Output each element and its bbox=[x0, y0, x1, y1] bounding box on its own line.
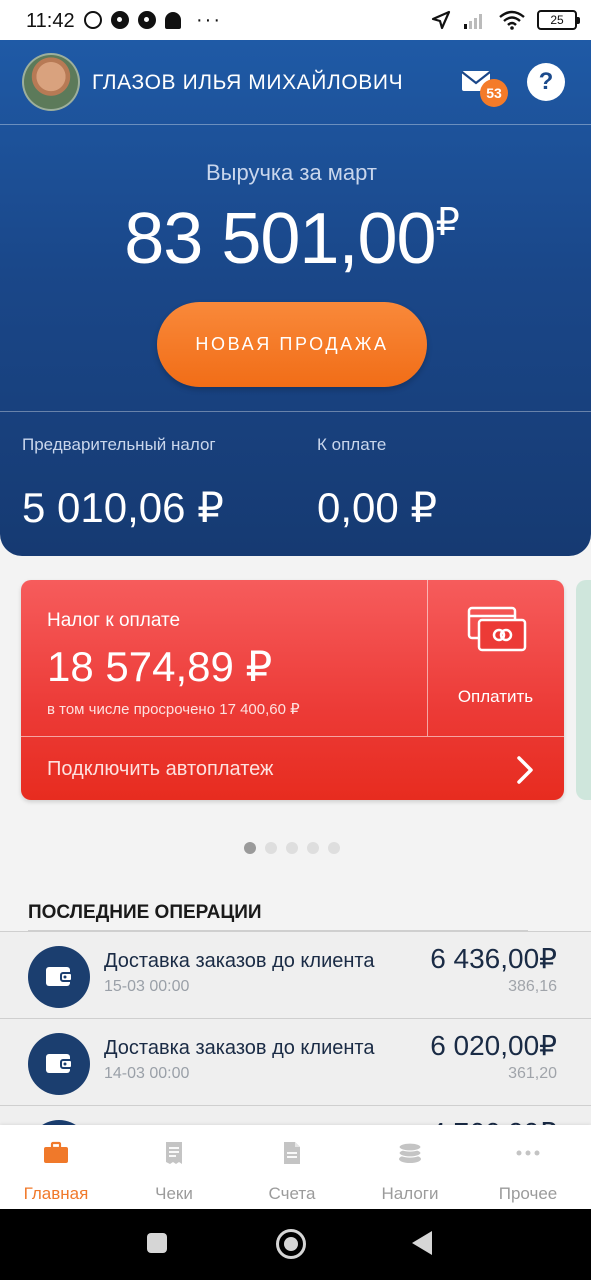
carousel-pager bbox=[0, 842, 583, 854]
wifi-icon bbox=[499, 10, 525, 30]
to-pay-label: К оплате bbox=[317, 435, 387, 454]
status-system-icons: 25 bbox=[431, 10, 580, 30]
chevron-right-icon[interactable] bbox=[514, 755, 536, 785]
tax-due-amount: 18 574,89 ₽ bbox=[47, 643, 273, 690]
pager-dot[interactable] bbox=[243, 842, 256, 854]
divider bbox=[427, 580, 428, 736]
operation-tax: 361,20 bbox=[508, 1065, 557, 1082]
tab-label: Главная bbox=[23, 1184, 89, 1203]
to-pay-value: 0,00 ₽ bbox=[317, 484, 438, 531]
tab-label: Прочее bbox=[498, 1184, 558, 1203]
profile-bar: ГЛАЗОВ ИЛЬЯ МИХАЙЛОВИЧ 53 ? bbox=[0, 40, 591, 125]
preliminary-tax-value: 5 010,06 ₽ bbox=[22, 484, 224, 531]
operation-row[interactable]: Доставка заказов до клиента 14-03 00:00 … bbox=[0, 1018, 591, 1105]
location-icon bbox=[431, 10, 451, 30]
revenue-label: Выручка за март bbox=[205, 160, 377, 185]
tab-taxes[interactable]: Налоги bbox=[362, 1125, 458, 1209]
avatar[interactable] bbox=[22, 53, 80, 111]
operation-tax: 386,16 bbox=[508, 978, 557, 995]
more-dots-icon bbox=[516, 1150, 540, 1156]
tax-due-card[interactable]: Налог к оплате 18 574,89 ₽ в том числе п… bbox=[21, 580, 564, 800]
preliminary-tax: Предварительный налог 5 010,06 ₽ bbox=[22, 435, 224, 532]
recent-operations-title: ПОСЛЕДНИЕ ОПЕРАЦИИ bbox=[28, 902, 262, 923]
card-payment-icon[interactable] bbox=[467, 606, 527, 652]
next-card-peek[interactable] bbox=[576, 580, 591, 800]
preliminary-tax-label: Предварительный налог bbox=[22, 435, 216, 454]
operation-amount: 6 020,00₽ bbox=[430, 1030, 557, 1061]
wallet-icon bbox=[28, 1033, 90, 1095]
to-pay: К оплате 0,00 ₽ bbox=[317, 435, 437, 532]
pager-dot[interactable] bbox=[264, 842, 277, 854]
chrome-icon bbox=[138, 11, 156, 29]
bell-icon bbox=[165, 11, 181, 29]
back-button[interactable] bbox=[412, 1231, 432, 1255]
wallet-icon bbox=[28, 946, 90, 1008]
document-icon bbox=[284, 1142, 300, 1164]
divider bbox=[21, 736, 564, 737]
tab-home[interactable]: Главная bbox=[8, 1125, 104, 1209]
recent-apps-button[interactable] bbox=[147, 1233, 167, 1253]
operation-name: Доставка заказов до клиента bbox=[104, 950, 375, 972]
tab-other[interactable]: Прочее bbox=[480, 1125, 576, 1209]
tax-overdue-text: в том числе просрочено 17 400,60 ₽ bbox=[47, 701, 300, 718]
tab-label: Счета bbox=[268, 1184, 316, 1203]
tab-label: Налоги bbox=[381, 1184, 439, 1203]
tab-receipts[interactable]: Чеки bbox=[126, 1125, 222, 1209]
signal-icon bbox=[464, 14, 482, 29]
battery-icon: 25 bbox=[537, 10, 580, 30]
operation-name: Доставка заказов до клиента bbox=[104, 1037, 375, 1059]
chrome-icon bbox=[111, 11, 129, 29]
bottom-tab-bar: Главная Чеки Счета Налоги Прочее bbox=[0, 1125, 591, 1209]
status-time: 11:42 bbox=[26, 10, 75, 32]
home-button[interactable] bbox=[276, 1229, 306, 1259]
mail-badge: 53 bbox=[480, 79, 508, 107]
revenue-currency: ₽ bbox=[435, 202, 460, 244]
tab-invoices[interactable]: Счета bbox=[244, 1125, 340, 1209]
alarm-icon bbox=[84, 11, 102, 29]
operation-date: 14-03 00:00 bbox=[104, 1065, 190, 1082]
revenue-header: ГЛАЗОВ ИЛЬЯ МИХАЙЛОВИЧ 53 ? Выручка за м… bbox=[0, 40, 591, 556]
more-dots-icon: ··· bbox=[196, 9, 222, 31]
status-notification-icons: ··· bbox=[84, 9, 222, 31]
operation-date: 15-03 00:00 bbox=[104, 978, 190, 995]
operation-amount: 6 436,00₽ bbox=[430, 943, 557, 974]
divider bbox=[0, 411, 591, 412]
status-bar: 11:42 ··· 25 bbox=[0, 0, 591, 44]
help-button[interactable]: ? bbox=[527, 63, 565, 101]
user-name[interactable]: ГЛАЗОВ ИЛЬЯ МИХАЙЛОВИЧ bbox=[92, 71, 403, 95]
tax-due-title: Налог к оплате bbox=[47, 610, 181, 631]
receipt-icon bbox=[166, 1142, 182, 1164]
operation-row[interactable]: Доставка заказов до клиента 15-03 00:00 … bbox=[0, 931, 591, 1018]
tab-label: Чеки bbox=[155, 1184, 193, 1203]
system-navigation-bar bbox=[0, 1209, 591, 1280]
pager-dot[interactable] bbox=[327, 842, 340, 854]
revenue-amount-value: 83 501,00 bbox=[124, 199, 436, 279]
autopay-link[interactable]: Подключить автоплатеж bbox=[47, 758, 273, 781]
coins-icon bbox=[398, 1142, 422, 1163]
revenue-amount: 83 501,00₽ bbox=[0, 198, 583, 280]
pay-button[interactable]: Оплатить bbox=[427, 687, 564, 707]
pager-dot[interactable] bbox=[306, 842, 319, 854]
briefcase-icon bbox=[44, 1141, 68, 1163]
pager-dot[interactable] bbox=[285, 842, 298, 854]
new-sale-button[interactable]: НОВАЯ ПРОДАЖА bbox=[157, 302, 427, 387]
